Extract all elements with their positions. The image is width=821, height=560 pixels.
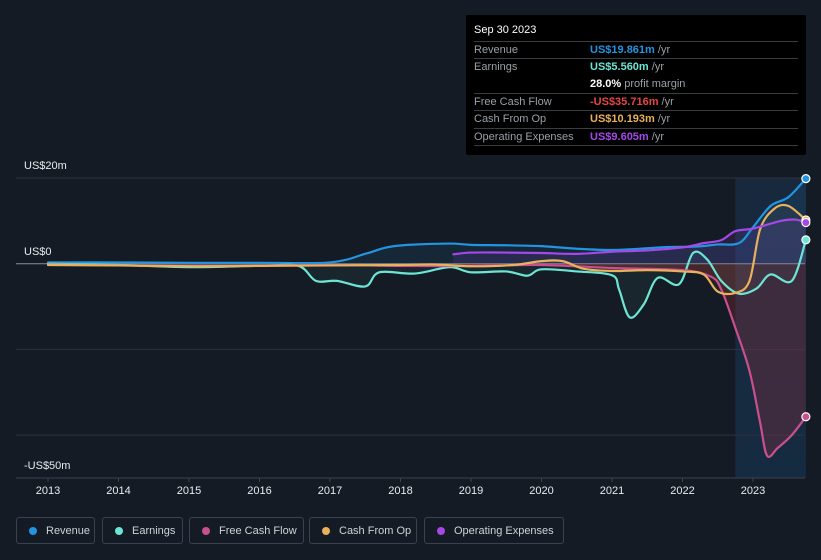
tooltip-value-unit: /yr (648, 61, 664, 74)
tooltip-row-value: US$9.605m /yr (590, 131, 664, 143)
free-cash-flow-area (48, 263, 806, 457)
tooltip-row-value: 28.0% profit margin (590, 78, 685, 90)
legend-item-operating-expenses[interactable]: Operating Expenses (424, 517, 564, 544)
operating-expenses-endpoint-marker (801, 217, 811, 228)
x-axis-tick-label: 2013 (35, 485, 61, 497)
x-axis-tick-label: 2014 (106, 485, 131, 497)
tooltip-row: Revenue US$19.861m /yr (474, 41, 798, 59)
legend-label: Free Cash Flow (219, 524, 297, 537)
tooltip-row-label: Operating Expenses (474, 130, 574, 143)
x-axis-tick-label: 2017 (317, 485, 343, 497)
tooltip-row: Operating Expenses US$9.605m /yr (474, 127, 798, 146)
legend-label: Operating Expenses (454, 524, 554, 537)
tooltip-value-number: US$19.861m (590, 44, 655, 56)
revenue-endpoint-marker (801, 173, 811, 184)
tooltip-divider (474, 144, 798, 146)
tooltip-value-number: 28.0% (590, 77, 622, 90)
legend-item-revenue[interactable]: Revenue (16, 517, 95, 544)
tooltip-row-label: Revenue (474, 44, 519, 56)
tooltip-row: Free Cash Flow -US$35.716m /yr (474, 92, 798, 111)
x-axis-tick-label: 2015 (176, 485, 202, 497)
tooltip-row: Cash From Op US$10.193m /yr (474, 110, 798, 128)
x-axis-tick-label: 2021 (599, 485, 625, 497)
y-axis-label: US$20m (24, 160, 67, 172)
legend-label: Revenue (46, 524, 91, 537)
legend-label: Earnings (132, 524, 176, 537)
tooltip-value-unit: /yr (654, 44, 671, 56)
free-cash-flow-line (46, 263, 807, 458)
legend-item-cash-from-op[interactable]: Cash From Op (309, 517, 417, 544)
x-axis-tick-label: 2020 (529, 485, 554, 497)
legend-dot-icon (29, 526, 37, 535)
free-cash-flow-endpoint-marker (801, 412, 811, 422)
tooltip-value-unit: /yr (654, 113, 671, 126)
legend-dot-icon (115, 526, 123, 535)
tooltip-value-unit: /yr (648, 130, 664, 143)
legend-dot-icon (437, 526, 445, 535)
tooltip-row: 28.0% profit margin (474, 76, 798, 93)
legend-dot-icon (202, 526, 210, 535)
tooltip-row-value: US$19.861m /yr (590, 44, 670, 56)
tooltip-row-label: Cash From Op (474, 113, 547, 126)
tooltip-value-number: US$9.605m (590, 130, 649, 143)
tooltip-panel: Sep 30 2023 Revenue US$19.861m /yr Earning… (466, 15, 806, 155)
legend-label: Cash From Op (339, 524, 412, 537)
x-axis-tick-label: 2019 (458, 485, 484, 497)
tooltip-value-number: US$10.193m (590, 113, 655, 126)
tooltip-value-number: -US$35.716m (590, 95, 659, 108)
x-axis-tick-label: 2018 (388, 485, 413, 497)
tooltip-row-value: US$5.560m /yr (590, 61, 664, 73)
tooltip-row-label: Earnings (474, 61, 518, 74)
legend-item-free-cash-flow[interactable]: Free Cash Flow (189, 517, 304, 544)
x-axis-tick-label: 2023 (740, 485, 766, 497)
tooltip-value-number: US$5.560m (590, 61, 649, 74)
tooltip-row-label: Free Cash Flow (474, 95, 552, 108)
y-axis-label: US$0 (24, 245, 52, 258)
x-axis-tick-label: 2022 (670, 485, 695, 497)
tooltip-date: Sep 30 2023 (474, 24, 537, 36)
legend-dot-icon (322, 526, 330, 535)
tooltip-row: Earnings US$5.560m /yr (474, 58, 798, 76)
legend-item-earnings[interactable]: Earnings (102, 517, 183, 544)
x-axis-tick-label: 2016 (247, 485, 272, 497)
tooltip-value-unit: /yr (658, 95, 674, 108)
tooltip-value-unit: profit margin (621, 77, 686, 90)
y-axis-label: -US$50m (24, 460, 71, 472)
earnings-endpoint-marker (801, 235, 811, 245)
tooltip-row-value: -US$35.716m /yr (590, 96, 674, 108)
tooltip-row-value: US$10.193m /yr (590, 113, 670, 125)
